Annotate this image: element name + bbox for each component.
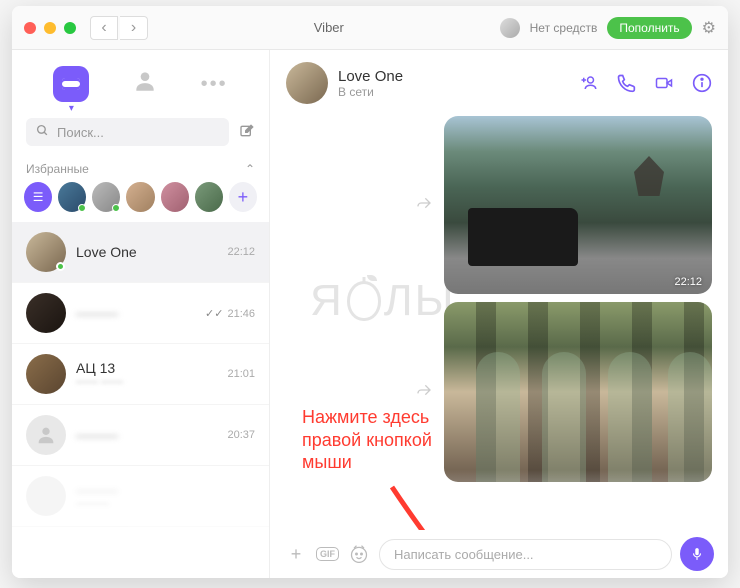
avatar <box>26 232 66 272</box>
fade <box>270 470 728 530</box>
favorite-item[interactable] <box>58 182 86 212</box>
chat-name: ——— <box>76 482 255 498</box>
forward-icon[interactable] <box>414 195 434 216</box>
compose-icon[interactable] <box>239 123 255 142</box>
avatar <box>26 415 66 455</box>
favorite-item[interactable] <box>92 182 120 212</box>
sticker-icon[interactable] <box>347 544 371 564</box>
add-favorite-button[interactable]: + <box>229 182 257 212</box>
chat-list-item[interactable]: Love One 22:12 <box>12 222 269 283</box>
forward-icon[interactable] <box>414 382 434 403</box>
attach-icon[interactable]: + <box>284 544 308 565</box>
chat-title: Love One <box>338 68 403 85</box>
collapse-favorites-icon[interactable]: ⌃ <box>245 162 255 176</box>
chat-time: 20:37 <box>227 429 255 441</box>
message-image[interactable] <box>444 302 712 482</box>
chat-time: ✓✓21:46 <box>205 307 255 320</box>
settings-icon[interactable]: ⚙ <box>702 18 716 38</box>
message-time: 22:12 <box>674 276 702 288</box>
close-icon[interactable] <box>24 22 36 34</box>
chat-name: Love One <box>76 244 217 260</box>
message-image[interactable]: 22:12 <box>444 116 712 294</box>
window-title: Viber <box>158 20 500 35</box>
chat-status: В сети <box>338 85 403 99</box>
video-call-icon[interactable] <box>652 73 676 93</box>
message-input[interactable]: Написать сообщение... <box>379 539 672 570</box>
annotation-overlay: Нажмите здесьправой кнопкоймыши <box>302 406 432 474</box>
favorite-item[interactable]: ☰ <box>24 182 52 212</box>
watermark: ЯЛЫ <box>310 276 456 326</box>
chat-preview: ——— <box>76 498 255 510</box>
more-tab-icon[interactable]: ••• <box>201 73 228 96</box>
chat-name: ——— <box>76 427 217 443</box>
chat-time: 22:12 <box>227 246 255 258</box>
balance-label: Нет средств <box>530 21 598 35</box>
chat-list-item[interactable]: АЦ 13—— —— 21:01 <box>12 344 269 405</box>
favorite-item[interactable] <box>161 182 189 212</box>
titlebar: ‹ › Viber Нет средств Пополнить ⚙ <box>12 6 728 50</box>
app-window: ‹ › Viber Нет средств Пополнить ⚙ ▾ ••• <box>12 6 728 578</box>
voice-call-icon[interactable] <box>616 73 636 93</box>
contacts-tab-icon[interactable] <box>132 68 158 101</box>
minimize-icon[interactable] <box>44 22 56 34</box>
chat-list-item[interactable]: —————— <box>12 466 269 527</box>
chat-time: 21:01 <box>227 368 255 380</box>
voice-message-button[interactable] <box>680 537 714 571</box>
nav-back-button[interactable]: ‹ <box>90 16 118 40</box>
chat-avatar[interactable] <box>286 62 328 104</box>
messages-area[interactable]: ЯЛЫ 22:12 <box>270 116 728 530</box>
avatar <box>26 476 66 516</box>
content: ▾ ••• Поиск... Избранные ⌃ <box>12 50 728 578</box>
chat-name: АЦ 13 <box>76 360 217 376</box>
favorite-item[interactable] <box>195 182 223 212</box>
chat-list: Love One 22:12 ——— ✓✓21:46 АЦ 13—— —— 21… <box>12 222 269 578</box>
chat-list-item[interactable]: ——— ✓✓21:46 <box>12 283 269 344</box>
account-avatar[interactable] <box>500 18 520 38</box>
avatar <box>26 293 66 333</box>
gif-icon[interactable]: GIF <box>316 547 339 561</box>
annotation-arrow-icon <box>382 482 482 530</box>
chat-list-item[interactable]: ——— 20:37 <box>12 405 269 466</box>
search-input[interactable]: Поиск... <box>26 118 229 146</box>
topup-button[interactable]: Пополнить <box>607 17 691 39</box>
chat-pane: Love One В сети ЯЛЫ <box>270 50 728 578</box>
chat-preview: —— —— <box>76 376 217 388</box>
search-placeholder: Поиск... <box>57 125 104 140</box>
chats-tab-icon[interactable]: ▾ <box>53 66 89 102</box>
search-icon <box>36 124 49 140</box>
favorites-row: ☰ + <box>12 182 269 222</box>
favorite-item[interactable] <box>126 182 154 212</box>
window-controls <box>24 22 76 34</box>
avatar <box>26 354 66 394</box>
add-contact-icon[interactable] <box>578 73 600 93</box>
info-icon[interactable] <box>692 73 712 93</box>
favorites-label: Избранные <box>26 162 89 176</box>
chat-name: ——— <box>76 305 195 321</box>
chat-header: Love One В сети <box>270 50 728 116</box>
sidebar: ▾ ••• Поиск... Избранные ⌃ <box>12 50 270 578</box>
nav-forward-button[interactable]: › <box>120 16 148 40</box>
compose-bar: + GIF Написать сообщение... <box>270 530 728 578</box>
zoom-icon[interactable] <box>64 22 76 34</box>
read-checks-icon: ✓✓ <box>205 308 223 320</box>
chevron-down-icon[interactable]: ▾ <box>69 103 74 114</box>
